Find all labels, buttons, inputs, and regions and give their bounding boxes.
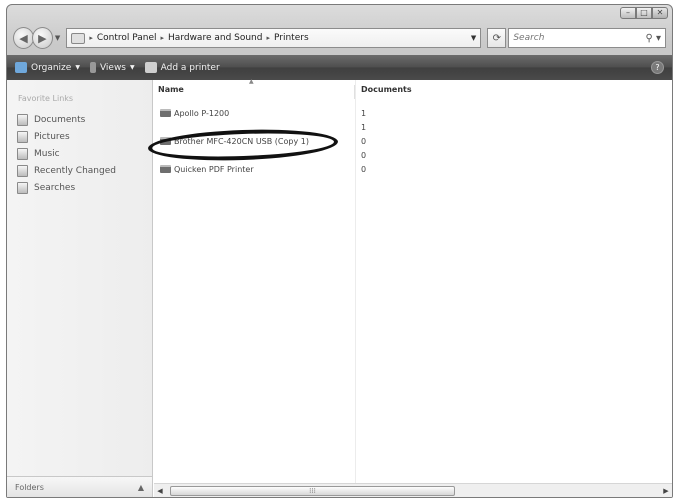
column-header-documents-label: Documents [361,85,412,94]
scroll-track[interactable]: ⁞⁞⁞ [166,485,660,496]
printer-documents-count: 0 [361,164,367,174]
column-header-name-label: Name [158,85,184,94]
content-area: Favorite Links Documents Pictures Music … [7,78,672,497]
favorite-link-label: Recently Changed [34,165,116,176]
chevron-up-icon: ▲ [137,482,144,492]
favorite-link-music[interactable]: Music [17,145,116,162]
column-header-documents[interactable]: Documents [355,85,412,99]
pictures-icon [17,130,28,143]
scroll-right-icon[interactable]: ▶ [660,487,672,495]
back-arrow-icon: ◀ [19,31,28,45]
printer-name: Apollo P-1200 [174,108,230,118]
folders-label: Folders [15,482,44,492]
printer-row-quicken[interactable]: Quicken PDF Printer 0 [154,162,672,176]
favorite-link-documents[interactable]: Documents [17,111,116,128]
printer-name-cell: Apollo P-1200 [154,109,355,118]
views-button[interactable]: Views ▼ [89,62,135,73]
column-headers: ▲ Name Documents [154,78,672,99]
organize-button[interactable]: Organize ▼ [15,62,80,73]
address-row: ◀ ▶ ▼ ▸ Control Panel ▸ Hardware and Sou… [13,25,666,51]
favorite-link-label: Music [34,148,60,159]
scroll-left-icon[interactable]: ◀ [154,487,166,495]
explorer-window: – □ ✕ ◀ ▶ ▼ ▸ Control Panel ▸ Hardware a… [6,4,673,498]
minimize-button[interactable]: – [620,7,636,19]
breadcrumb-control-panel[interactable]: Control Panel [97,33,157,43]
add-printer-icon [144,62,157,73]
refresh-icon: ⟳ [492,32,502,44]
favorite-link-label: Documents [34,114,86,125]
maximize-button[interactable]: □ [636,7,652,19]
add-printer-button[interactable]: Add a printer [144,62,220,73]
add-printer-label: Add a printer [160,62,220,73]
recent-icon [17,164,28,177]
refresh-button[interactable]: ⟳ [487,28,507,48]
scroll-thumb[interactable]: ⁞⁞⁞ [170,485,455,496]
breadcrumb-separator[interactable]: ▸ [266,34,270,42]
organize-label: Organize [31,62,72,73]
favorite-link-label: Searches [34,182,76,193]
caption-buttons: – □ ✕ [620,7,668,19]
breadcrumb-hardware-and-sound[interactable]: Hardware and Sound [168,33,262,43]
breadcrumb-separator[interactable]: ▸ [161,34,165,42]
favorite-link-pictures[interactable]: Pictures [17,128,116,145]
organize-icon [15,62,27,73]
favorite-link-recently-changed[interactable]: Recently Changed [17,162,116,179]
favorite-links-heading: Favorite Links [18,94,74,103]
folders-toggle[interactable]: Folders ▲ [7,476,152,497]
search-icon[interactable]: ⚲ ▾ [645,33,661,44]
music-icon [17,147,28,160]
printer-name-cell: Quicken PDF Printer [154,165,355,174]
printer-icon [160,109,171,117]
printer-documents-count: 0 [361,150,367,160]
searches-icon [17,181,28,194]
breadcrumb-printers[interactable]: Printers [274,33,309,43]
favorite-links-list: Documents Pictures Music Recently Change… [17,111,116,196]
column-header-name[interactable]: ▲ Name [154,78,355,99]
views-label: Views [99,62,126,73]
favorite-link-searches[interactable]: Searches [17,179,116,196]
documents-icon [17,113,28,126]
help-icon[interactable]: ? [651,61,664,74]
breadcrumb-separator[interactable]: ▸ [89,34,93,42]
printer-documents-count: 1 [361,108,367,118]
address-bar[interactable]: ▸ Control Panel ▸ Hardware and Sound ▸ P… [66,28,482,48]
chevron-down-icon: ▼ [75,64,80,71]
forward-arrow-icon: ▶ [38,31,47,45]
printer-documents-count: 0 [361,136,367,146]
printer-row-apollo[interactable]: Apollo P-1200 1 [154,106,672,120]
address-dropdown-icon[interactable]: ▼ [471,34,476,42]
printer-documents-count: 1 [361,122,367,132]
control-panel-icon [71,32,86,44]
favorite-link-label: Pictures [34,131,70,142]
file-list-pane: ▲ Name Documents Apollo P-1200 1 1 Broth… [147,78,672,497]
sort-arrow-icon: ▲ [249,78,254,85]
printer-name: Quicken PDF Printer [174,164,254,174]
close-button[interactable]: ✕ [652,7,668,19]
views-icon [89,62,96,73]
forward-button[interactable]: ▶ [31,27,53,49]
printer-icon [160,165,171,173]
search-box[interactable]: ⚲ ▾ [508,28,666,48]
navigation-pane: Favorite Links Documents Pictures Music … [7,80,153,497]
horizontal-scrollbar[interactable]: ◀ ⁞⁞⁞ ▶ [154,483,672,497]
search-input[interactable] [513,33,646,43]
chevron-down-icon: ▼ [130,64,135,71]
back-button[interactable]: ◀ [13,27,34,49]
recent-pages-dropdown[interactable]: ▼ [53,34,62,42]
command-toolbar: Organize ▼ Views ▼ Add a printer ? [7,55,672,80]
